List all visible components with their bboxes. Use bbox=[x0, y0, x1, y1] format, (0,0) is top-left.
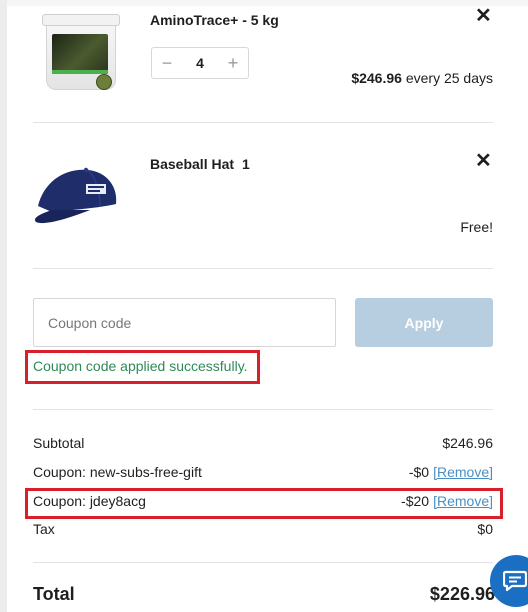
page-left-rail bbox=[0, 0, 7, 612]
chat-icon bbox=[503, 570, 527, 592]
quantity-stepper[interactable]: − 4 + bbox=[151, 47, 249, 79]
item-title-line: Baseball Hat 1 bbox=[150, 156, 250, 172]
increment-button[interactable]: + bbox=[218, 48, 248, 78]
coupon-label: Coupon: new-subs-free-gift bbox=[33, 464, 202, 480]
remove-coupon-link[interactable]: [Remove] bbox=[433, 464, 493, 480]
remove-coupon-link[interactable]: [Remove] bbox=[433, 493, 493, 509]
coupon-success-message: Coupon code applied successfully. bbox=[33, 358, 248, 374]
subscription-frequency: every 25 days bbox=[405, 70, 493, 86]
decrement-button[interactable]: − bbox=[152, 48, 182, 78]
remove-item-close-icon[interactable]: ✕ bbox=[475, 6, 492, 26]
total-label: Total bbox=[33, 584, 75, 604]
item-price-line: $246.96 every 25 days bbox=[351, 70, 493, 86]
item-divider bbox=[33, 268, 493, 269]
total-value: $226.96 bbox=[429, 584, 495, 604]
top-strip bbox=[7, 0, 528, 6]
chat-widget-button[interactable] bbox=[490, 555, 528, 607]
coupon-label: Coupon: jdey8acg bbox=[33, 493, 146, 509]
item-price: Free! bbox=[460, 219, 493, 235]
summary-divider bbox=[33, 409, 493, 410]
coupon-discount-value: -$0 bbox=[408, 464, 430, 480]
item-price: $246.96 bbox=[351, 70, 402, 86]
coupon-discount-row: -$20 [Remove] bbox=[401, 493, 493, 509]
supplement-bucket-image bbox=[40, 10, 120, 90]
item-title: AminoTrace+ - 5 kg bbox=[150, 12, 279, 28]
item-quantity: 1 bbox=[241, 156, 250, 172]
total-divider bbox=[33, 562, 493, 563]
coupon-discount-row: -$0 [Remove] bbox=[409, 464, 493, 480]
tax-label: Tax bbox=[33, 521, 55, 537]
baseball-hat-image bbox=[34, 167, 117, 224]
subtotal-label: Subtotal bbox=[33, 435, 85, 451]
item-title: Baseball Hat bbox=[150, 156, 235, 172]
apply-coupon-button[interactable]: Apply bbox=[355, 298, 493, 347]
coupon-discount-value: -$20 bbox=[401, 493, 430, 509]
remove-item-close-icon[interactable]: ✕ bbox=[475, 151, 492, 171]
coupon-code-input[interactable] bbox=[33, 298, 336, 347]
tax-value: $0 bbox=[477, 521, 493, 537]
subtotal-value: $246.96 bbox=[442, 435, 493, 451]
quantity-value[interactable]: 4 bbox=[182, 48, 218, 78]
item-divider bbox=[33, 122, 493, 123]
